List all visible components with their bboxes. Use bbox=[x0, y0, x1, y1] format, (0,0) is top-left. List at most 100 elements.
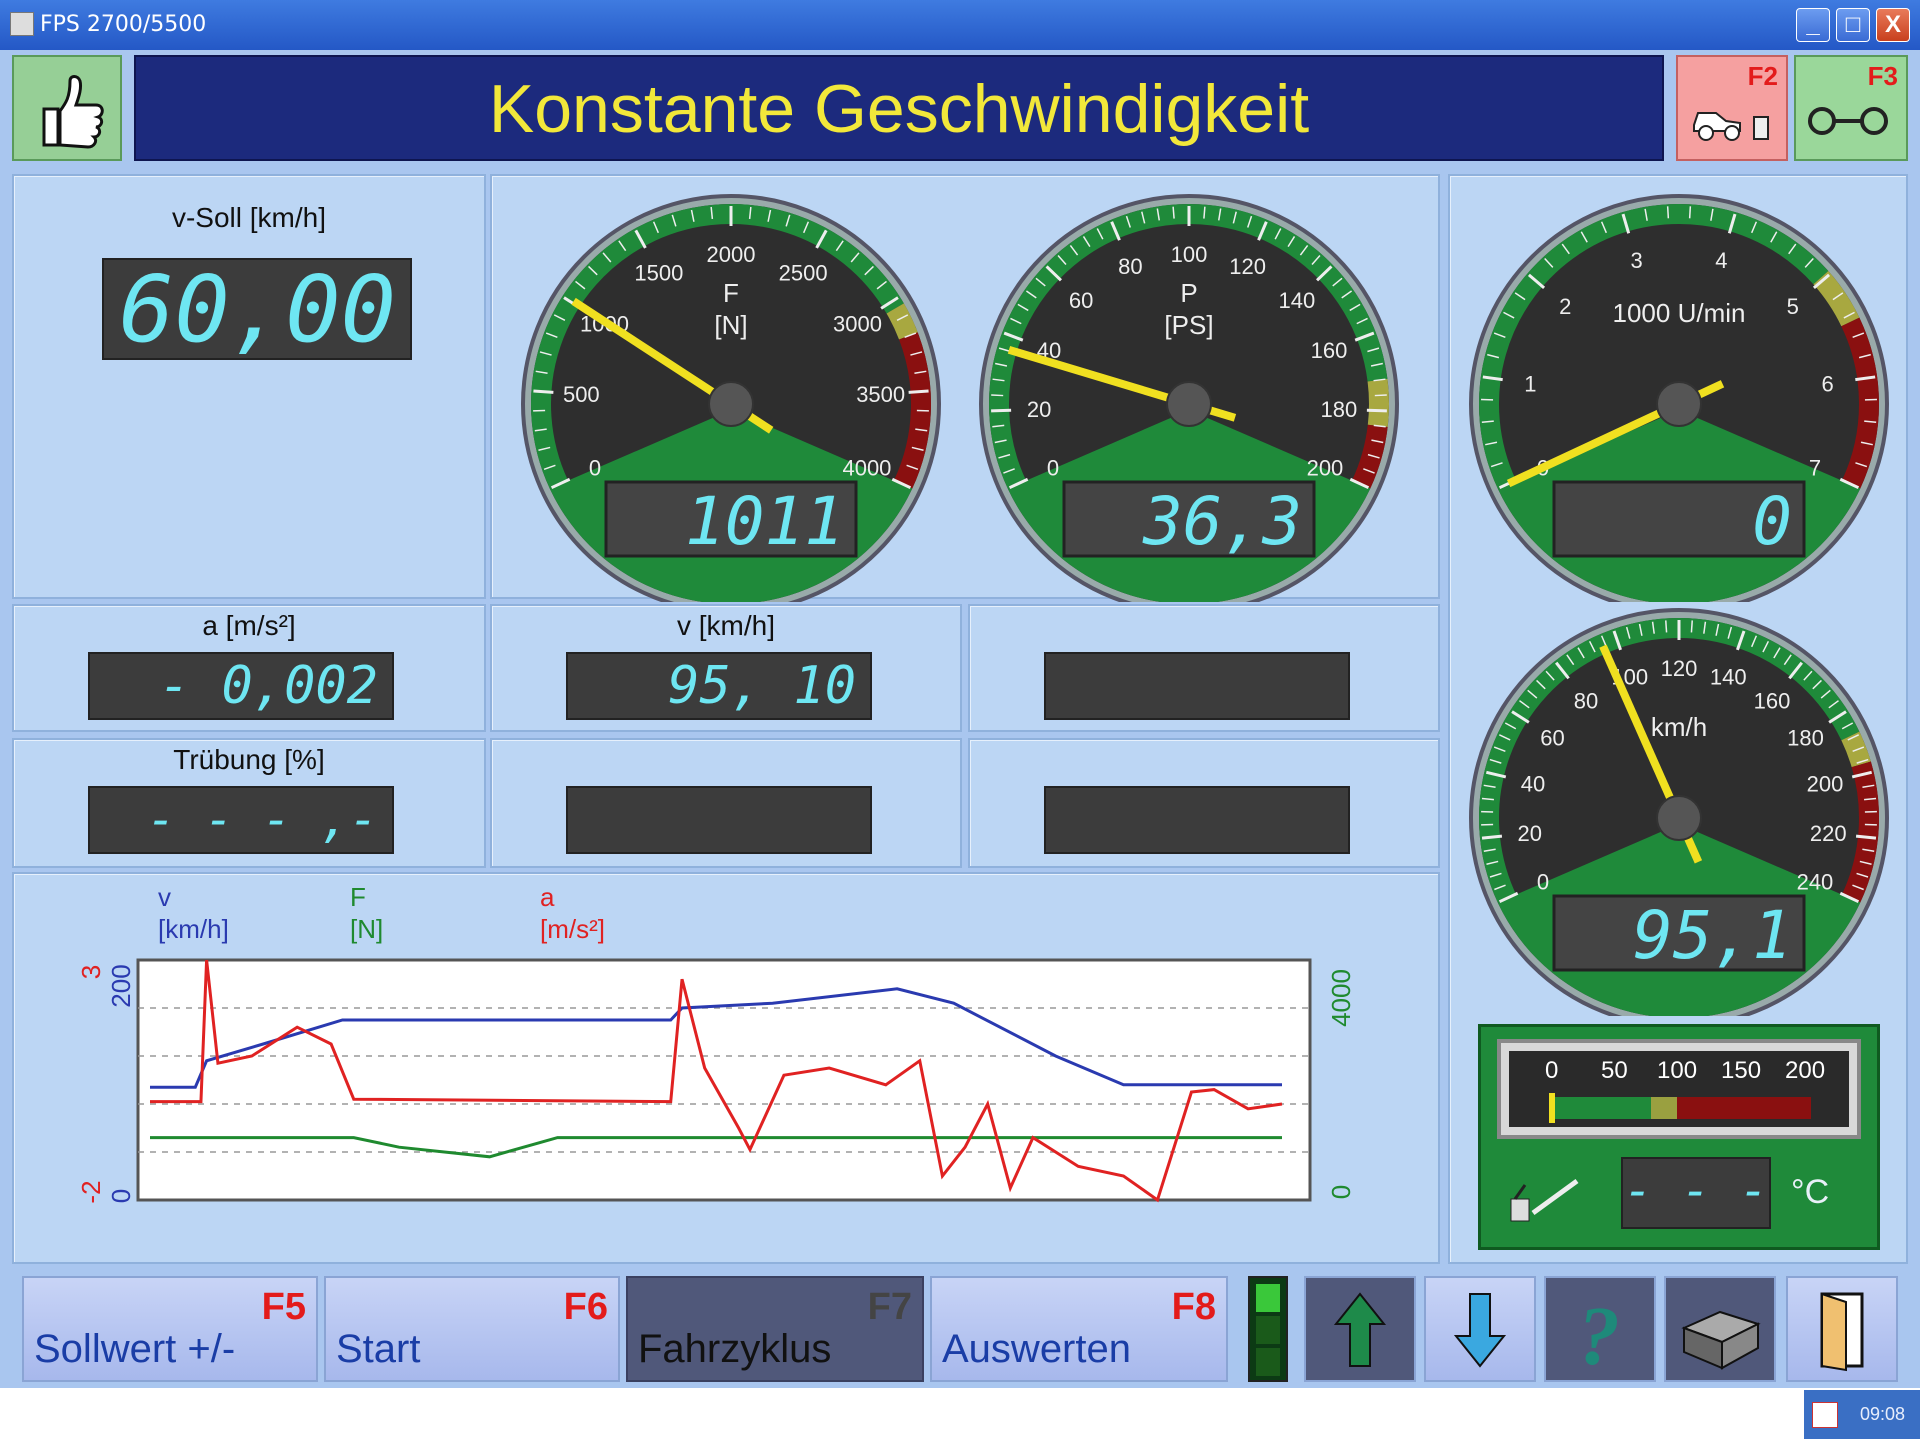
empty-display-3 bbox=[1044, 786, 1350, 854]
temp-tick-0: 0 bbox=[1545, 1057, 1559, 1084]
opacity-panel: Trübung [%] - - - ,- bbox=[12, 738, 486, 868]
axis-f-top: 4000 bbox=[1326, 969, 1356, 1027]
maximize-button[interactable]: □ bbox=[1836, 8, 1870, 42]
window-title: FPS 2700/5500 bbox=[40, 12, 207, 37]
force-tick-label: 2000 bbox=[707, 242, 756, 267]
force-tick-label: 500 bbox=[563, 382, 600, 407]
page-title: Konstante Geschwindigkeit bbox=[134, 55, 1664, 161]
power-tick-label: 80 bbox=[1118, 254, 1142, 279]
trend-chart-panel: v [km/h] F [N] a [m/s²] 3 200 -2 0 4000 … bbox=[12, 872, 1440, 1264]
v-soll-panel: v-Soll [km/h] 60,00 bbox=[12, 174, 486, 599]
rpm-tick-label: 4 bbox=[1715, 248, 1727, 273]
force-tick-label: 2500 bbox=[779, 260, 828, 285]
minimize-button[interactable]: _ bbox=[1796, 8, 1830, 42]
trend-chart: v [km/h] F [N] a [m/s²] 3 200 -2 0 4000 … bbox=[76, 882, 1356, 1204]
start-key: F6 bbox=[563, 1286, 608, 1328]
force-hub bbox=[708, 381, 754, 427]
close-button[interactable]: X bbox=[1876, 8, 1910, 42]
axis-a-top: 3 bbox=[76, 965, 106, 979]
temperature-display: - - - bbox=[1621, 1157, 1771, 1229]
power-tick-mark bbox=[1172, 206, 1175, 219]
rpm-label: 1000 U/min bbox=[1613, 298, 1746, 328]
axis-f-bottom: 0 bbox=[1326, 1185, 1356, 1199]
force-unit: [N] bbox=[714, 310, 747, 340]
speed-tick-mark bbox=[1481, 834, 1503, 840]
force-tick-mark bbox=[908, 389, 929, 394]
empty-display-2 bbox=[566, 786, 872, 854]
up-arrow-icon bbox=[1333, 1292, 1387, 1367]
acceleration-label: a [m/s²] bbox=[202, 610, 296, 641]
speed-readout: 95,1 bbox=[1633, 897, 1792, 974]
force-tick-label: 0 bbox=[589, 455, 601, 480]
power-tick-label: 120 bbox=[1229, 254, 1266, 279]
power-gauge: 020406080 100 120140160180200P[PS]36,3 bbox=[979, 194, 1399, 602]
power-tick-mark bbox=[1203, 206, 1206, 219]
force-readout: 1011 bbox=[685, 483, 844, 560]
speed-tick-label: 120 bbox=[1661, 656, 1698, 681]
f2-key-label: F2 bbox=[1747, 61, 1778, 91]
velocity-label: v [km/h] bbox=[676, 610, 775, 641]
oil-thermometer-icon bbox=[1510, 1178, 1579, 1222]
opacity-label: Trübung [%] bbox=[173, 744, 325, 775]
rpm-gauge: 012345671000 U/min0 bbox=[1469, 194, 1889, 602]
confirm-button[interactable] bbox=[12, 55, 122, 161]
power-readout: 36,3 bbox=[1142, 483, 1302, 560]
sollwert-key: F5 bbox=[261, 1286, 306, 1328]
velocity-panel: v [km/h] 95, 10 bbox=[490, 604, 962, 732]
plot-area bbox=[136, 958, 1312, 1202]
power-tick-label: 100 bbox=[1171, 242, 1208, 267]
temperature-bar-gauge: 0 50 100 150 200 bbox=[1497, 1039, 1861, 1139]
temp-needle bbox=[1549, 1093, 1555, 1123]
power-tick-label: 20 bbox=[1027, 397, 1051, 422]
up-button[interactable] bbox=[1304, 1276, 1416, 1382]
force-tick-mark bbox=[533, 389, 554, 394]
force-tick-label: 1500 bbox=[634, 260, 683, 285]
tray-clock: 09:08 bbox=[1860, 1404, 1906, 1424]
dyno-rollers-icon bbox=[1808, 107, 1888, 135]
f3-dyno-button[interactable]: F3 bbox=[1794, 55, 1908, 161]
help-button[interactable]: ? bbox=[1544, 1276, 1656, 1383]
speed-gauge: 020406080100 120 140160180200220240km/h95,… bbox=[1469, 608, 1889, 1016]
force-zone-yellow bbox=[886, 303, 918, 340]
exit-door-icon bbox=[1820, 1292, 1864, 1372]
power-tick-label: 0 bbox=[1047, 455, 1059, 480]
sollwert-button[interactable]: F5 Sollwert +/- bbox=[22, 1276, 318, 1382]
exit-button[interactable] bbox=[1786, 1276, 1898, 1382]
svg-text:?: ? bbox=[1578, 1290, 1620, 1380]
speed-tick-label: 60 bbox=[1540, 725, 1564, 750]
temp-tick-200: 200 bbox=[1785, 1057, 1826, 1084]
speed-tick-label: 40 bbox=[1521, 771, 1545, 796]
force-label: F bbox=[723, 278, 739, 308]
speed-tick-mark bbox=[1665, 620, 1668, 633]
print-button[interactable] bbox=[1664, 1276, 1776, 1382]
start-label: Start bbox=[336, 1327, 421, 1371]
speed-tick-label: 0 bbox=[1537, 869, 1549, 894]
rpm-tick-mark bbox=[1666, 206, 1670, 219]
start-button[interactable]: F6 Start bbox=[324, 1276, 620, 1382]
right-gauges-panel: 0 1 2 3 4 5 6 7 1000 U/min 0 0 20 40 60 80 100 120 140 16… bbox=[1448, 174, 1908, 1264]
window-titlebar: FPS 2700/5500 _ □ X bbox=[0, 0, 1920, 50]
force-tick-label: 4000 bbox=[842, 455, 891, 480]
temp-tick-50: 50 bbox=[1601, 1057, 1628, 1084]
status-light-green bbox=[1256, 1284, 1280, 1312]
velocity-display: 95, 10 bbox=[566, 652, 872, 720]
fahrzyklus-button[interactable]: F7 Fahrzyklus bbox=[626, 1276, 924, 1382]
status-light bbox=[1248, 1276, 1288, 1382]
rpm-tick-mark bbox=[1688, 206, 1692, 219]
auswerten-key: F8 bbox=[1171, 1286, 1216, 1328]
empty-display-1 bbox=[1044, 652, 1350, 720]
force-tick-label: 3000 bbox=[833, 311, 882, 336]
f2-vehicle-button[interactable]: F2 bbox=[1676, 55, 1788, 161]
fahrzyklus-label: Fahrzyklus bbox=[638, 1327, 832, 1371]
auswerten-button[interactable]: F8 Auswerten bbox=[930, 1276, 1228, 1382]
down-button[interactable] bbox=[1424, 1276, 1536, 1382]
f3-key-label: F3 bbox=[1867, 61, 1898, 91]
temperature-module: 0 50 100 150 200 - - - °C bbox=[1478, 1024, 1880, 1250]
printer-icon bbox=[1681, 1310, 1761, 1370]
power-tick-mark bbox=[991, 394, 1004, 397]
legend-f-name: F bbox=[350, 882, 366, 912]
force-tick-label: 3500 bbox=[856, 382, 905, 407]
empty-panel-3 bbox=[968, 738, 1440, 868]
system-tray: 09:08 bbox=[1804, 1390, 1920, 1439]
power-tick-label: 180 bbox=[1321, 397, 1358, 422]
